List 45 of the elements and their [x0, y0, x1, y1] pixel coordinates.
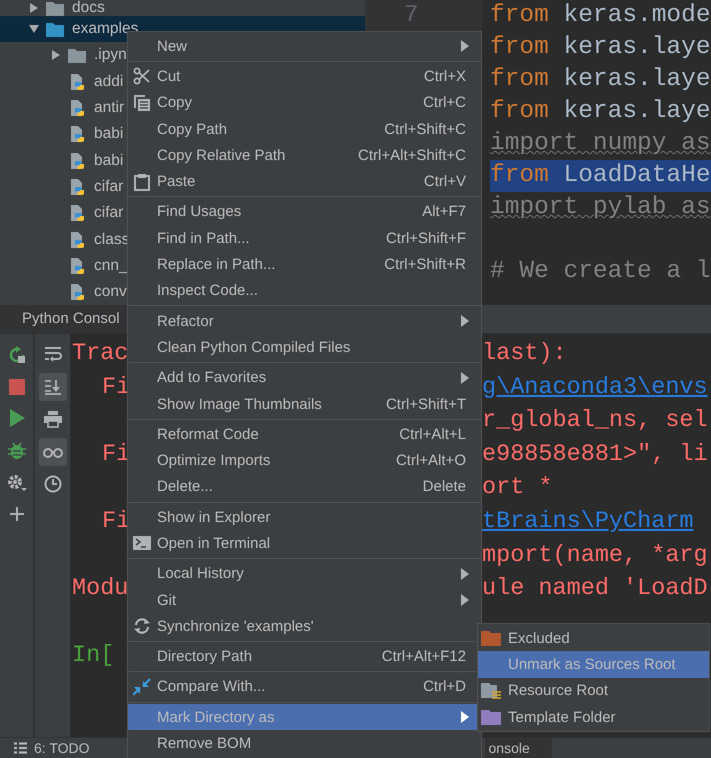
console-text: ort *: [482, 473, 553, 504]
code-line: # We create a l: [490, 257, 711, 287]
console-text: last):: [482, 339, 567, 369]
code-line: from keras.laye: [490, 33, 711, 63]
shortcut-label: Ctrl+Alt+Shift+C: [358, 146, 467, 164]
tree-item-label: antir: [94, 99, 124, 118]
tree-item-label: babi: [94, 152, 124, 170]
shortcut-label: Delete: [422, 478, 467, 496]
shortcut-label: Ctrl+Shift+R: [384, 256, 467, 274]
console-text: Fi: [101, 374, 130, 401]
code-line: import pylab as: [490, 193, 711, 223]
code-line: from keras.laye: [490, 65, 711, 95]
tree-item-label: cifar: [94, 204, 124, 222]
console-text: mport(name, *arg: [482, 540, 708, 571]
shortcut-label: Ctrl+X: [424, 68, 467, 85]
shortcut-label: Ctrl+V: [424, 173, 467, 190]
console-text: e98858e881>", li: [482, 440, 708, 470]
tree-item-label: .ipyn: [94, 46, 127, 64]
shortcut-label: Ctrl+C: [423, 94, 467, 112]
console-text: Fi: [101, 440, 130, 468]
shortcut-label: Ctrl+Shift+C: [384, 120, 467, 138]
tree-item-label: cnn_: [94, 256, 128, 275]
tree-item-label: examples: [72, 20, 138, 38]
console-text: In[: [72, 642, 114, 670]
console-text: r_global_ns, sel: [482, 406, 708, 436]
code-line: import numpy as: [490, 129, 711, 159]
code-line: from keras.mode: [490, 1, 711, 31]
todo-label: 6: TODO: [34, 740, 90, 756]
shortcut-label: Alt+F7: [422, 203, 467, 220]
console-text: Fi: [101, 508, 130, 535]
tree-item-label: addi: [94, 72, 124, 91]
tree-item-label: docs: [72, 0, 105, 17]
shortcut-label: Ctrl+Alt+F12: [382, 648, 467, 666]
tree-item-label: cifar: [94, 178, 124, 196]
shortcut-label: Ctrl+Shift+F: [386, 230, 467, 247]
tree-item-label: conv: [94, 283, 127, 302]
tree-item-label: babi: [94, 125, 124, 144]
shortcut-label: Ctrl+D: [423, 678, 467, 696]
shortcut-label: Ctrl+Alt+L: [399, 426, 467, 443]
shortcut-label: Ctrl+Alt+O: [396, 452, 467, 470]
console-text: Trac: [72, 340, 128, 367]
console-text: Modu: [72, 575, 128, 602]
code-line: from keras.laye: [490, 97, 711, 127]
shortcut-label: Ctrl+Shift+T: [386, 396, 467, 412]
console-text: ule named 'LoadD: [482, 574, 708, 604]
